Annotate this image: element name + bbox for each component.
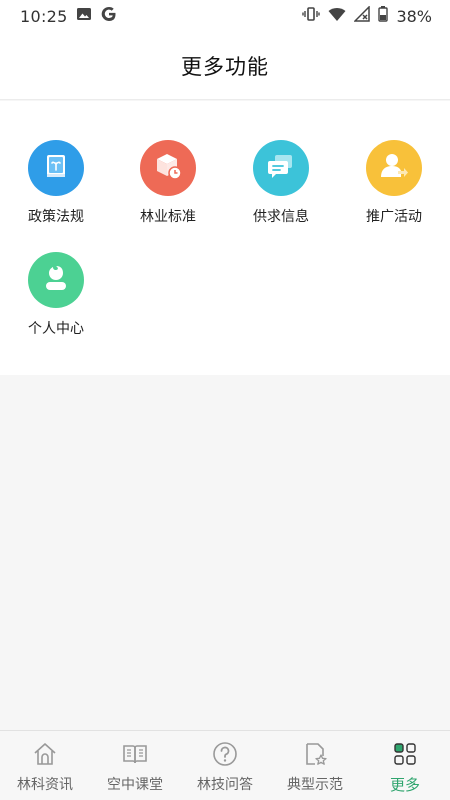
feature-label-standard: 林业标准 (140, 209, 196, 225)
star-doc-icon (302, 741, 328, 771)
feature-circle-standard (140, 140, 196, 196)
tab-label: 林技问答 (197, 777, 253, 793)
feature-circle-profile (28, 252, 84, 308)
status-right: 38% (302, 5, 432, 26)
feature-label-profile: 个人中心 (28, 321, 84, 337)
status-time: 10:25 (20, 6, 68, 26)
google-icon (100, 5, 118, 27)
image-icon (76, 6, 92, 26)
status-left: 10:25 (20, 5, 118, 27)
book-icon (122, 741, 148, 771)
question-icon (212, 741, 238, 771)
feature-profile[interactable]: 个人中心 (6, 252, 106, 348)
feature-circle-policy (28, 140, 84, 196)
home-icon (32, 741, 58, 771)
feature-grid: 政策法规 林业标准 供求信息 推广活动 个人中心 (0, 101, 450, 375)
feature-label-promotion: 推广活动 (366, 209, 422, 225)
promotion-user-icon (378, 150, 410, 186)
bottom-tab-bar: 林科资讯 空中课堂 林技问答 典型示范 更多 (0, 730, 450, 800)
message-icon (266, 151, 296, 185)
battery-level: 38% (396, 6, 432, 26)
profile-icon (41, 263, 71, 297)
feature-label-policy: 政策法规 (28, 209, 84, 225)
tab-label: 更多 (389, 776, 420, 794)
signal-icon (353, 5, 371, 26)
feature-label-supply: 供求信息 (253, 209, 309, 225)
battery-icon (378, 6, 389, 26)
page-title: 更多功能 (181, 54, 269, 79)
tab-demo[interactable]: 典型示范 (270, 731, 360, 800)
feature-supply[interactable]: 供求信息 (231, 140, 331, 236)
status-bar: 10:25 38% (0, 0, 450, 32)
title-bar: 更多功能 (0, 32, 450, 100)
tab-label: 林科资讯 (17, 777, 73, 793)
grid-icon (392, 741, 418, 771)
feature-standard[interactable]: 林业标准 (118, 140, 218, 236)
feature-circle-supply (253, 140, 309, 196)
tab-label: 空中课堂 (107, 777, 163, 793)
feature-promotion[interactable]: 推广活动 (344, 140, 444, 236)
vibrate-icon (302, 6, 321, 26)
feature-policy[interactable]: 政策法规 (6, 140, 106, 236)
tab-qa[interactable]: 林技问答 (180, 731, 270, 800)
wifi-icon (328, 6, 346, 26)
policy-book-icon (41, 151, 71, 185)
standard-box-icon (152, 150, 184, 186)
tab-news[interactable]: 林科资讯 (0, 731, 90, 800)
tab-classroom[interactable]: 空中课堂 (90, 731, 180, 800)
tab-more[interactable]: 更多 (360, 731, 450, 800)
tab-label: 典型示范 (287, 777, 343, 793)
feature-circle-promotion (366, 140, 422, 196)
